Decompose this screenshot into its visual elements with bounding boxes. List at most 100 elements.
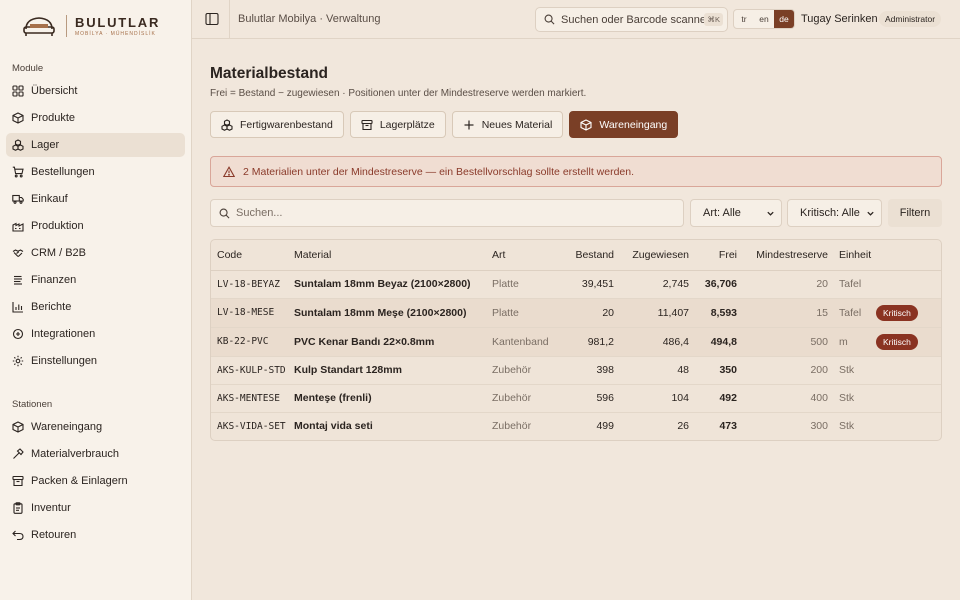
bar-chart-icon — [12, 302, 23, 313]
table-row[interactable]: AKS-KULP-STD Kulp Standart 128mm Zubehör… — [211, 356, 941, 385]
sidebar-item-label: Retouren — [31, 529, 77, 541]
cell-zugewiesen: 26 — [677, 420, 689, 433]
cell-einheit: m — [828, 327, 876, 357]
table-row[interactable]: AKS-VIDA-SET Montaj vida seti Zubehör 49… — [211, 412, 941, 440]
cell-frei: 492 — [689, 384, 737, 413]
package-icon — [580, 118, 592, 131]
cell-einheit: Stk — [839, 420, 855, 433]
sidebar-item-produktion[interactable]: Produktion — [6, 214, 185, 238]
finished-goods-button[interactable]: Fertigwarenbestand — [210, 111, 344, 138]
sidebar-item-berichte[interactable]: Berichte — [6, 295, 185, 319]
cell-zugewiesen: 104 — [614, 384, 689, 413]
sidebar-item-retouren[interactable]: Retouren — [6, 523, 185, 547]
lang-tr[interactable]: tr — [734, 10, 754, 28]
sidebar: BULUTLAR MOBİLYA · MÜHENDİSLİK Module Üb… — [0, 0, 192, 600]
cell-material: Suntalam 18mm Meşe (2100×2800) — [294, 298, 492, 328]
sidebar-item-label: Produktion — [31, 220, 84, 232]
main-content: Bulutlar Mobilya · Verwaltung Suchen ode… — [192, 0, 960, 600]
brand-logo[interactable]: BULUTLAR MOBİLYA · MÜHENDİSLİK — [0, 0, 191, 52]
material-search-input[interactable]: Suchen... — [210, 199, 684, 227]
col-header-bestand[interactable]: Bestand — [558, 240, 614, 271]
sidebar-item-einkauf[interactable]: Einkauf — [6, 187, 185, 211]
button-label: Wareneingang — [599, 118, 668, 131]
col-header-zugewiesen[interactable]: Zugewiesen — [614, 240, 689, 271]
sidebar-item-wareneingang[interactable]: Wareneingang — [6, 415, 185, 439]
sidebar-toggle-icon[interactable] — [205, 12, 219, 26]
sidebar-item-lager[interactable]: Lager — [6, 133, 185, 157]
cell-status — [876, 270, 941, 299]
col-header-material[interactable]: Material — [294, 240, 492, 271]
cell-bestand: 499 — [596, 420, 614, 433]
cell-bestand: 981,2 — [558, 327, 614, 357]
col-header-einheit[interactable]: Einheit — [828, 240, 876, 271]
topbar: Bulutlar Mobilya · Verwaltung Suchen ode… — [192, 0, 960, 39]
select-value: Art: Alle — [703, 207, 741, 219]
sidebar-item-label: Integrationen — [31, 328, 96, 340]
sidebar-item-label: Übersicht — [31, 85, 78, 97]
kritisch-filter-select[interactable]: Kritisch: Alle — [787, 199, 882, 227]
breadcrumb: Bulutlar Mobilya · Verwaltung — [238, 13, 381, 25]
cell-einheit: Tafel — [828, 270, 876, 299]
sidebar-item-produkte[interactable]: Produkte — [6, 106, 185, 130]
table-row[interactable]: LV-18-MESE Suntalam 18mm Meşe (2100×2800… — [211, 298, 941, 328]
art-filter-select[interactable]: Art: Alle — [690, 199, 782, 227]
global-search-input[interactable]: Suchen oder Barcode scannen ⌘K — [535, 7, 728, 32]
table-row[interactable]: KB-22-PVC PVC Kenar Bandı 22×0.8mm Kante… — [211, 327, 941, 357]
search-icon — [219, 208, 230, 218]
language-switcher: tr en de — [733, 9, 795, 29]
alert-text: 2 Materialien unter der Mindestreserve —… — [243, 165, 635, 178]
sidebar-item-einstellungen[interactable]: Einstellungen — [6, 349, 185, 373]
sidebar-item-label: Wareneingang — [31, 421, 103, 433]
sidebar-item-packen-einlagern[interactable]: Packen & Einlagern — [6, 469, 185, 493]
cell-zugewiesen: 11,407 — [614, 298, 689, 328]
sidebar-item-materialverbrauch[interactable]: Materialverbrauch — [6, 442, 185, 466]
search-icon — [544, 14, 555, 25]
action-bar: Fertigwarenbestand Lagerplätze Neues Mat… — [210, 111, 679, 138]
col-header-mindestreserve[interactable]: Mindestreserve — [737, 240, 828, 271]
col-header-code[interactable]: Code — [211, 240, 294, 271]
sidebar-item-label: Materialverbrauch — [31, 448, 120, 460]
col-header-frei[interactable]: Frei — [689, 240, 737, 271]
button-label: Fertigwarenbestand — [240, 118, 333, 131]
col-header-art[interactable]: Art — [492, 240, 558, 271]
storage-locations-button[interactable]: Lagerplätze — [349, 111, 446, 138]
sidebar-item-finanzen[interactable]: Finanzen — [6, 268, 185, 292]
user-name[interactable]: Tugay Serinken — [801, 13, 878, 25]
cell-mindestreserve: 500 — [737, 327, 828, 357]
sidebar-item-label: Finanzen — [31, 274, 77, 286]
cell-frei: 473 — [719, 420, 737, 433]
sidebar-item-uebersicht[interactable]: Übersicht — [6, 79, 185, 103]
plus-icon — [464, 120, 474, 129]
button-label: Neues Material — [481, 118, 553, 131]
archive-icon — [12, 475, 24, 487]
cell-code: AKS-KULP-STD — [211, 356, 294, 385]
cell-frei: 8,593 — [689, 298, 737, 328]
cell-code: AKS-VIDA-SET — [217, 420, 286, 432]
sidebar-item-inventur[interactable]: Inventur — [6, 496, 185, 520]
cell-art: Platte — [492, 270, 558, 299]
search-placeholder: Suchen... — [236, 207, 283, 219]
lang-en[interactable]: en — [754, 10, 774, 28]
cell-frei: 36,706 — [689, 270, 737, 299]
goods-receipt-button[interactable]: Wareneingang — [569, 111, 679, 138]
truck-icon — [12, 194, 24, 204]
table-row[interactable]: LV-18-BEYAZ Suntalam 18mm Beyaz (2100×28… — [211, 270, 941, 299]
new-material-button[interactable]: Neues Material — [451, 111, 564, 138]
cell-material: Kulp Standart 128mm — [294, 356, 492, 385]
coins-icon — [14, 275, 22, 285]
table-row[interactable]: AKS-MENTESE Menteşe (frenli) Zubehör 596… — [211, 384, 941, 413]
lang-de[interactable]: de — [774, 10, 794, 28]
cell-zugewiesen: 48 — [614, 356, 689, 385]
cell-status — [876, 412, 941, 440]
sidebar-item-label: Einstellungen — [31, 355, 98, 367]
sidebar-item-label: Inventur — [31, 502, 71, 514]
page-title: Materialbestand — [210, 65, 329, 82]
sidebar-item-bestellungen[interactable]: Bestellungen — [6, 160, 185, 184]
sidebar-item-integrationen[interactable]: Integrationen — [6, 322, 185, 346]
sidebar-item-label: CRM / B2B — [31, 247, 87, 259]
sidebar-item-label: Packen & Einlagern — [31, 475, 128, 487]
sidebar-item-crm-b2b[interactable]: CRM / B2B — [6, 241, 185, 265]
filter-button[interactable]: Filtern — [888, 199, 942, 227]
factory-icon — [12, 222, 24, 232]
chevron-down-icon — [767, 211, 774, 216]
